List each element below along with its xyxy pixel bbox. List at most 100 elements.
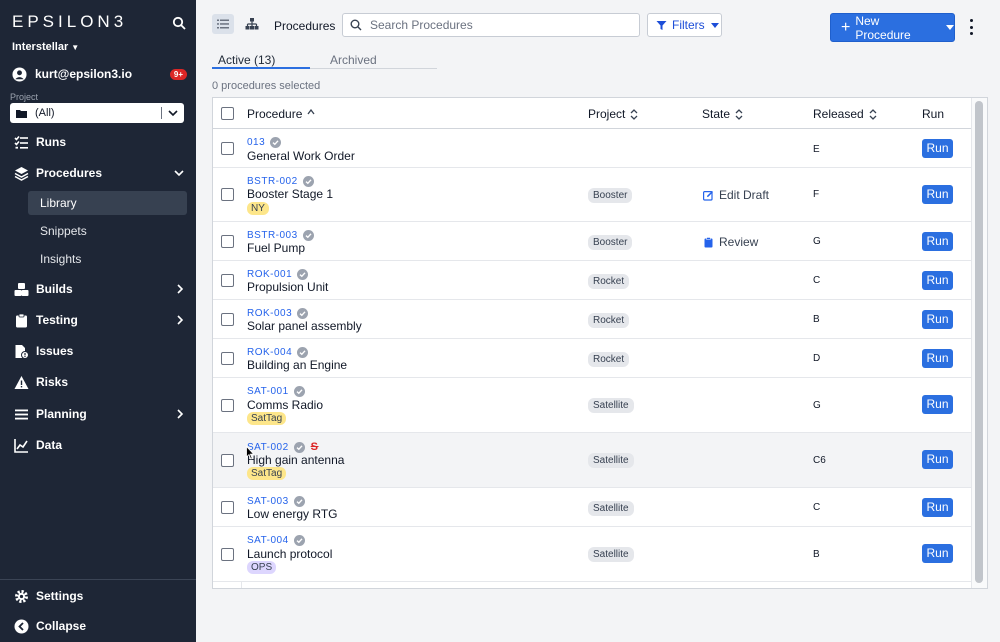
- row-checkbox[interactable]: [221, 274, 234, 287]
- selection-count: 0 procedures selected: [212, 80, 321, 92]
- sort-up-icon: [307, 109, 315, 115]
- row-checkbox[interactable]: [221, 142, 234, 155]
- released-version: C6: [813, 455, 826, 466]
- project-select[interactable]: (All): [10, 103, 184, 123]
- nav-builds-label: Builds: [36, 282, 73, 296]
- run-button[interactable]: Run: [922, 450, 953, 469]
- table-row[interactable]: ROK-003 Solar panel assembly Rocket B Ru…: [213, 300, 971, 339]
- row-checkbox[interactable]: [221, 188, 234, 201]
- procedure-code-link[interactable]: ROK-004: [247, 347, 309, 358]
- procedure-tag[interactable]: SatTag: [247, 467, 287, 480]
- check-circle-icon: [297, 347, 309, 358]
- row-checkbox[interactable]: [221, 501, 234, 514]
- list-view-toggle[interactable]: [212, 14, 234, 34]
- tab-archived[interactable]: Archived: [330, 53, 377, 67]
- row-checkbox[interactable]: [221, 548, 234, 561]
- select-all-checkbox[interactable]: [221, 107, 234, 120]
- procedure-code-link[interactable]: SAT-004: [247, 535, 305, 546]
- run-button[interactable]: Run: [922, 349, 953, 368]
- nav-risks[interactable]: Risks: [0, 369, 196, 395]
- more-options-icon[interactable]: [966, 19, 976, 35]
- run-button[interactable]: Run: [922, 395, 953, 414]
- nav-testing[interactable]: Testing: [0, 307, 196, 333]
- table-row[interactable]: 013 General Work Order E Run: [213, 129, 971, 168]
- row-checkbox[interactable]: [221, 352, 234, 365]
- folder-icon: [16, 109, 27, 118]
- search-input[interactable]: [370, 18, 630, 32]
- scrollbar-thumb[interactable]: [975, 101, 983, 583]
- run-button[interactable]: Run: [922, 185, 953, 204]
- procedure-tag[interactable]: SatTag: [247, 412, 287, 425]
- state-indicator[interactable]: Edit Draft: [703, 188, 769, 202]
- notification-badge[interactable]: 9+: [169, 68, 187, 80]
- procedure-code-link[interactable]: BSTR-003: [247, 230, 314, 241]
- filters-button[interactable]: Filters: [647, 13, 722, 37]
- state-indicator[interactable]: Review: [703, 235, 758, 249]
- procedure-code-link[interactable]: ROK-001: [247, 269, 309, 280]
- project-pill: Rocket: [588, 274, 630, 289]
- procedure-code-link[interactable]: SAT-003: [247, 496, 305, 507]
- run-button[interactable]: Run: [922, 232, 953, 251]
- new-procedure-button[interactable]: + New Procedure: [830, 13, 955, 42]
- row-checkbox[interactable]: [221, 313, 234, 326]
- table-row[interactable]: BSTR-002 Booster Stage 1 NY Booster Edit…: [213, 168, 971, 222]
- sitemap-icon[interactable]: [245, 17, 259, 31]
- run-button[interactable]: Run: [922, 544, 953, 563]
- released-version: B: [813, 314, 820, 325]
- gear-icon: [15, 589, 28, 603]
- user-menu[interactable]: kurt@epsilon3.io 9+: [12, 65, 187, 83]
- nav-planning[interactable]: Planning: [0, 401, 196, 427]
- project-select-value: (All): [35, 107, 55, 119]
- nav-data[interactable]: Data: [0, 432, 196, 458]
- search-box[interactable]: [342, 13, 640, 37]
- main-content: Procedures Filters + New Procedure Activ…: [196, 0, 1000, 642]
- select-divider: [161, 107, 162, 119]
- table-row[interactable]: SAT-002 S High gain antenna SatTag Satell…: [213, 433, 971, 488]
- column-procedure[interactable]: Procedure: [247, 107, 315, 121]
- file-alert-icon: [15, 344, 29, 359]
- app-logo[interactable]: EPSILON3: [12, 12, 127, 32]
- nav-issues[interactable]: Issues: [0, 338, 196, 364]
- table-row[interactable]: ROK-004 Building an Engine Rocket D Run: [213, 339, 971, 378]
- procedure-code-link[interactable]: SAT-001: [247, 386, 305, 397]
- row-checkbox[interactable]: [221, 399, 234, 412]
- run-button[interactable]: Run: [922, 498, 953, 517]
- released-version: B: [813, 549, 820, 560]
- caret-down-icon: [710, 22, 719, 28]
- procedure-code-link[interactable]: SAT-002 S: [247, 441, 319, 453]
- nav-builds[interactable]: Builds: [0, 276, 196, 302]
- workspace-switcher[interactable]: Interstellar ▼: [12, 41, 79, 53]
- column-released[interactable]: Released: [813, 107, 877, 121]
- procedure-code-link[interactable]: ROK-003: [247, 308, 309, 319]
- nav-settings[interactable]: Settings: [0, 583, 196, 609]
- procedure-code-link[interactable]: 013: [247, 137, 282, 148]
- nav-collapse[interactable]: Collapse: [0, 613, 196, 639]
- nav-procedures[interactable]: Procedures: [0, 160, 196, 186]
- row-checkbox[interactable]: [221, 235, 234, 248]
- tab-bar: Active (13) Archived: [212, 51, 437, 69]
- table-row[interactable]: SAT-003 Low energy RTG Satellite C Run: [213, 488, 971, 527]
- sidebar-item-insights[interactable]: Insights: [28, 247, 187, 271]
- procedure-code: SAT-003: [247, 496, 289, 507]
- sidebar-item-library[interactable]: Library: [28, 191, 187, 215]
- sidebar-item-snippets[interactable]: Snippets: [28, 219, 187, 243]
- procedure-tag[interactable]: NY: [247, 202, 269, 215]
- table-row[interactable]: ROK-001 Propulsion Unit Rocket C Run: [213, 261, 971, 300]
- tab-active[interactable]: Active (13): [218, 53, 275, 67]
- procedure-name: Building an Engine: [247, 358, 348, 372]
- row-checkbox[interactable]: [221, 454, 234, 467]
- column-project[interactable]: Project: [588, 107, 638, 121]
- run-button[interactable]: Run: [922, 139, 953, 158]
- chevron-down-icon: [168, 110, 178, 117]
- table-row[interactable]: SAT-004 Launch protocol OPS Satellite B …: [213, 527, 971, 582]
- search-icon[interactable]: [172, 16, 186, 30]
- run-button[interactable]: Run: [922, 271, 953, 290]
- procedure-tag[interactable]: OPS: [247, 561, 277, 574]
- procedure-code-link[interactable]: BSTR-002: [247, 176, 314, 187]
- run-button[interactable]: Run: [922, 310, 953, 329]
- table-row[interactable]: SAT-001 Comms Radio SatTag Satellite G R…: [213, 378, 971, 433]
- table-row[interactable]: BSTR-003 Fuel Pump Booster Review G Run: [213, 222, 971, 261]
- column-state[interactable]: State: [702, 107, 743, 121]
- table-scrollbar[interactable]: [971, 98, 987, 588]
- nav-runs[interactable]: Runs: [0, 129, 196, 155]
